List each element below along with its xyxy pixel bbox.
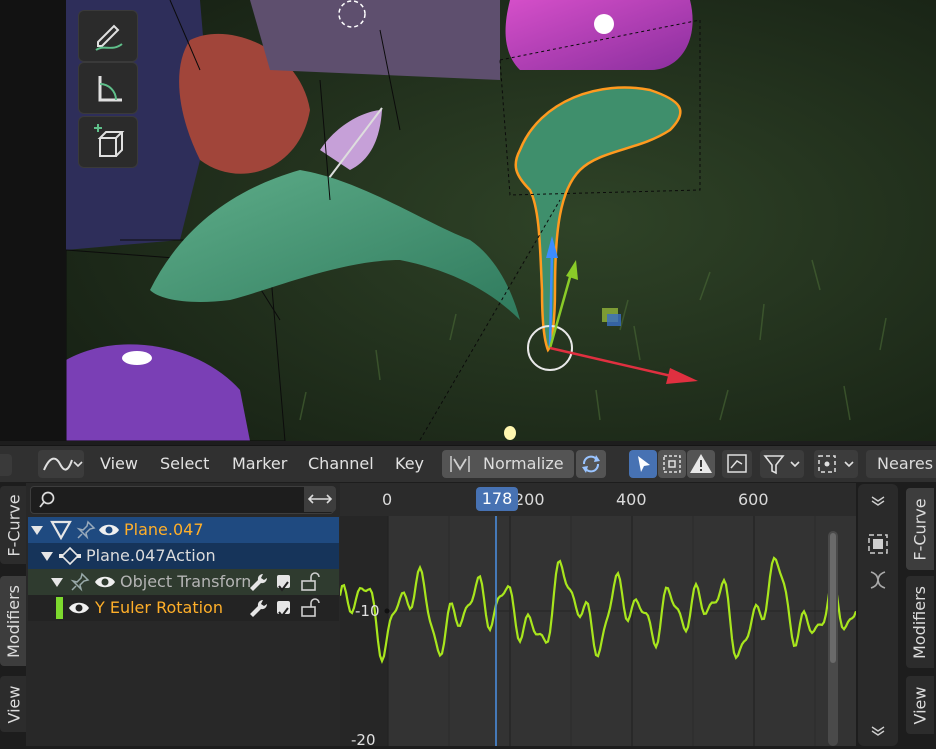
- eye-icon[interactable]: [94, 573, 116, 591]
- eye-icon[interactable]: [68, 599, 90, 617]
- pivot-point-icon: [818, 455, 854, 473]
- normalize-icon: [450, 456, 470, 472]
- editor-type-button[interactable]: [38, 450, 84, 478]
- channel-row-action[interactable]: Plane.047Action: [28, 543, 339, 569]
- right-tab-fcurve[interactable]: F-Curve: [906, 488, 934, 570]
- editor-collapse-handle[interactable]: [0, 454, 12, 476]
- wrench-icon[interactable]: [248, 572, 270, 592]
- filter-dropdown[interactable]: [760, 450, 804, 478]
- search-icon: [39, 491, 55, 508]
- unlock-icon[interactable]: [298, 598, 322, 618]
- wrench-icon[interactable]: [248, 598, 270, 618]
- menu-view[interactable]: View: [100, 446, 138, 482]
- measure-icon[interactable]: [78, 62, 138, 114]
- keyframe-point[interactable]: [384, 608, 390, 614]
- only-errors-button[interactable]: [687, 450, 715, 478]
- frame-tick: 200: [514, 490, 545, 509]
- channel-row-fcurve[interactable]: Y Euler Rotation: [28, 595, 339, 621]
- menu-select[interactable]: Select: [160, 446, 209, 482]
- checkmark-icon: [278, 581, 289, 592]
- channel-label-fcurve: Y Euler Rotation: [95, 598, 223, 617]
- cursor-arrow-icon: [638, 456, 650, 472]
- graph-editor-header: View Select Marker Channel Key Normalize: [0, 445, 936, 482]
- channel-search-field[interactable]: [30, 486, 334, 514]
- invert-filter-button[interactable]: [304, 486, 336, 512]
- channel-checkbox[interactable]: [277, 601, 290, 618]
- pin-icon[interactable]: [76, 520, 96, 540]
- curve-link-icon[interactable]: [866, 568, 890, 592]
- viewport-left-strip: [0, 0, 66, 441]
- 3d-viewport[interactable]: [0, 0, 936, 441]
- graph-editor-icon: [43, 457, 83, 471]
- frame-scrub-bar[interactable]: [340, 483, 856, 516]
- interpolation-dropdown[interactable]: Neares: [866, 450, 936, 478]
- menu-channel[interactable]: Channel: [308, 446, 374, 482]
- frame-tick: 600: [738, 490, 769, 509]
- expand-triangle-icon[interactable]: [30, 523, 44, 537]
- left-tab-fcurve[interactable]: F-Curve: [0, 486, 28, 564]
- left-tab-view[interactable]: View: [0, 676, 28, 732]
- arrows-horizontal-icon: [307, 494, 333, 504]
- channel-row-object[interactable]: Plane.047: [28, 517, 339, 543]
- channel-label-action: Plane.047Action: [86, 546, 216, 565]
- normalize-label: Normalize: [483, 454, 564, 473]
- channel-label-group: Object Transform: [120, 572, 250, 591]
- right-tab-modifiers[interactable]: Modifiers: [906, 576, 934, 668]
- pin-icon[interactable]: [70, 572, 90, 592]
- add-cube-icon[interactable]: [78, 116, 138, 168]
- view-filter-button[interactable]: [722, 450, 752, 478]
- pivot-dropdown[interactable]: [814, 450, 858, 478]
- y-axis-label: -10: [355, 602, 380, 620]
- checkmark-icon: [278, 607, 289, 618]
- interpolation-label: Neares: [877, 454, 934, 473]
- object-icon: [50, 520, 72, 540]
- show-hidden-button[interactable]: [658, 450, 686, 478]
- graph-view-icon: [727, 454, 747, 473]
- scrollbar-thumb[interactable]: [830, 533, 836, 663]
- menu-marker[interactable]: Marker: [232, 446, 287, 482]
- fcurve-graph[interactable]: [340, 483, 856, 746]
- refresh-icon: [582, 455, 600, 473]
- dashed-box-icon: [663, 455, 681, 473]
- chevron-double-icon[interactable]: [866, 720, 890, 740]
- frame-all-icon[interactable]: [866, 532, 890, 556]
- frame-tick: 400: [616, 490, 647, 509]
- left-tab-modifiers[interactable]: Modifiers: [0, 576, 28, 666]
- warning-icon: [690, 454, 712, 473]
- auto-normalize-button[interactable]: [576, 450, 606, 478]
- normalize-toggle[interactable]: Normalize: [442, 450, 574, 478]
- chevron-double-icon[interactable]: [866, 490, 890, 510]
- annotate-icon[interactable]: [78, 10, 138, 62]
- viewport-scene[interactable]: [0, 0, 936, 441]
- graph-area[interactable]: [340, 483, 856, 746]
- unlock-icon[interactable]: [298, 572, 322, 592]
- current-frame-indicator[interactable]: 178: [476, 487, 518, 511]
- channel-checkbox[interactable]: [277, 575, 290, 592]
- channel-row-group[interactable]: Object Transform: [28, 569, 339, 595]
- sidebar-panel: [858, 484, 898, 746]
- menu-key[interactable]: Key: [395, 446, 424, 482]
- only-selected-button[interactable]: [629, 450, 657, 478]
- eye-icon[interactable]: [98, 521, 120, 539]
- frame-tick: 0: [382, 490, 393, 509]
- action-icon: [59, 546, 81, 566]
- y-axis-label: -20: [351, 731, 376, 749]
- channel-label-object: Plane.047: [124, 520, 204, 539]
- expand-triangle-icon[interactable]: [50, 575, 64, 589]
- filter-icon: [763, 455, 800, 475]
- expand-triangle-icon[interactable]: [40, 549, 54, 563]
- right-tab-view[interactable]: View: [906, 676, 934, 734]
- fcurve-color-swatch: [56, 597, 63, 619]
